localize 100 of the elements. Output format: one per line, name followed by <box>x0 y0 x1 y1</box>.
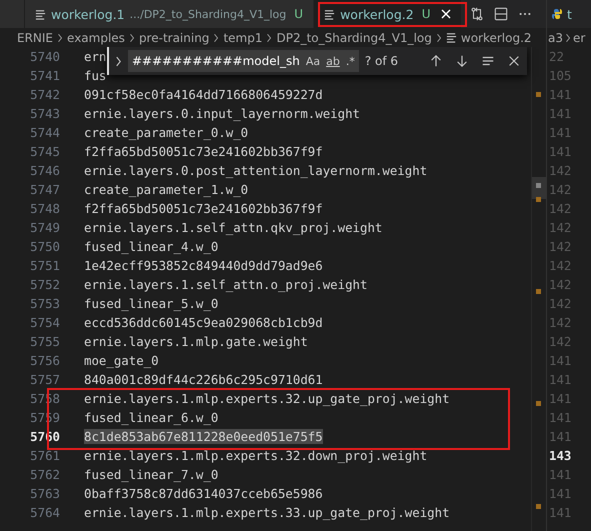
line-number: 142 <box>549 219 572 237</box>
find-input[interactable]: ###########model_sh Aa ab .* <box>128 50 359 72</box>
line-number: 142 <box>549 162 572 180</box>
line-number: 5763 <box>29 486 60 501</box>
line-number: 141 <box>549 371 572 389</box>
chevron-icon <box>565 32 571 42</box>
scroll-marker <box>536 289 541 294</box>
code-line: ernie.layers.1.self_attn.qkv_proj.weight <box>84 220 382 235</box>
code-line: ernie.layers.1.mlp.experts.32.up_gate_proj.weight <box>84 391 450 406</box>
line-number: 142 <box>549 295 572 313</box>
scroll-marker <box>536 92 541 97</box>
line-number: 5757 <box>29 372 60 387</box>
file-lines-icon <box>35 8 46 20</box>
line-number: 141 <box>549 466 572 484</box>
line-number: 143 <box>549 447 572 465</box>
code-line: 1e42ecff953852c849440d9dd79ad9e6 <box>84 258 323 273</box>
file-lines-icon <box>324 8 336 20</box>
line-number: 141 <box>549 504 572 522</box>
line-number: 5756 <box>29 353 60 368</box>
line-number: 142 <box>549 257 572 275</box>
line-number: 5752 <box>29 277 60 292</box>
match-case-toggle[interactable]: Aa <box>306 54 320 68</box>
close-icon[interactable] <box>507 54 521 68</box>
python-file-icon <box>551 8 563 20</box>
code-line: ernie.layers.1.mlp.experts.32.down_proj.weight <box>84 448 428 463</box>
close-icon[interactable] <box>440 9 450 19</box>
code-line: moe_gate_0 <box>84 353 159 368</box>
line-number: 5762 <box>29 467 60 482</box>
chevron-icon <box>57 32 64 42</box>
code-line: fus <box>84 68 106 83</box>
editor-tab[interactable]: t <box>567 6 572 22</box>
whole-word-toggle[interactable]: ab <box>326 54 340 68</box>
line-number: 142 <box>549 238 572 256</box>
line-number: 5740 <box>29 49 60 64</box>
line-number: 5748 <box>29 201 60 216</box>
line-number: 141 <box>549 428 572 446</box>
arrow-down-icon[interactable] <box>455 54 469 68</box>
scroll-marker <box>536 504 541 509</box>
line-number: 141 <box>549 352 572 370</box>
breadcrumb-item[interactable]: DP2_to_Sharding4_V1_log <box>276 30 432 44</box>
line-number: 5750 <box>29 239 60 254</box>
code-line: eccd536ddc60145c9ea029068cb1cb9d <box>84 315 323 330</box>
code-line: create_parameter_1.w_0 <box>84 182 248 197</box>
match-count: ? of 6 <box>364 54 400 68</box>
breadcrumb-item[interactable]: a3 <box>548 30 563 44</box>
line-number: 141 <box>549 105 572 123</box>
breadcrumb-item[interactable]: er <box>573 30 586 44</box>
line-number: 5741 <box>29 68 60 83</box>
file-lines-icon <box>446 32 457 43</box>
breadcrumb-item[interactable]: pre-training <box>138 30 210 44</box>
line-number: 5749 <box>29 220 60 235</box>
line-number: 5743 <box>29 106 60 121</box>
line-number: 5745 <box>29 144 60 159</box>
line-number: 5764 <box>29 505 60 520</box>
breadcrumb-item[interactable]: temp1 <box>223 30 262 44</box>
code-line: fused_linear_6.w_0 <box>84 410 218 425</box>
code-line: ernie.layers.1.mlp.gate.weight <box>84 334 308 349</box>
code-line: ernie.layers.1.self_attn.o_proj.weight <box>84 277 368 292</box>
line-number: 141 <box>549 390 572 408</box>
line-number: 141 <box>549 409 572 427</box>
line-number: 5742 <box>29 87 60 102</box>
line-number: 141 <box>549 143 572 161</box>
line-number: 142 <box>549 181 572 199</box>
line-number: 141 <box>549 86 572 104</box>
breadcrumb-item[interactable]: ERNIE <box>17 30 54 44</box>
code-line: ernie.layers.0.post_attention_layernorm.weight <box>84 163 428 178</box>
code-line: 091cf58ec0fa4164dd7166806459227d <box>84 87 323 102</box>
line-number: 5753 <box>29 296 60 311</box>
line-number: 142 <box>549 314 572 332</box>
breadcrumb-item[interactable]: examples <box>67 30 125 44</box>
line-number: 5755 <box>29 334 60 349</box>
code-line: 0baff3758c87dd6314037cceb65e5986 <box>84 486 323 501</box>
split-editor-icon[interactable] <box>494 7 508 21</box>
code-line: fused_linear_5.w_0 <box>84 296 218 311</box>
chevron-icon[interactable] <box>115 56 122 66</box>
regex-toggle[interactable]: .* <box>346 54 355 68</box>
chevron-icon <box>266 32 272 42</box>
scroll-marker <box>536 197 541 202</box>
editor-tab[interactable]: workerlog.1 .../DP2_to_Sharding4_V1_log U <box>25 0 314 28</box>
code-line: ernie.layers.0.input_layernorm.weight <box>84 106 360 121</box>
compare-changes-icon[interactable] <box>470 7 484 21</box>
line-number: 5751 <box>29 258 60 273</box>
line-number: 141 <box>549 124 572 142</box>
code-line: ernie.layers.1.mlp.experts.33.up_gate_proj.weight <box>84 505 450 520</box>
code-line: f2ffa65bd50051c73e241602bb367f9f <box>84 144 323 159</box>
code-line: fused_linear_7.w_0 <box>84 467 218 482</box>
chevron-icon <box>128 32 135 42</box>
line-number: 105 <box>549 67 572 85</box>
find-in-selection-icon[interactable] <box>481 54 495 68</box>
scrollbar-thumb[interactable] <box>532 177 546 199</box>
code-line: f2ffa65bd50051c73e241602bb367f9f <box>84 201 323 216</box>
breadcrumb-item[interactable]: workerlog.2 <box>460 30 532 44</box>
line-number: 5761 <box>29 448 60 463</box>
code-line: ern <box>84 49 106 64</box>
arrow-up-icon[interactable] <box>429 54 443 68</box>
code-line: fused_linear_4.w_0 <box>84 239 218 254</box>
scroll-marker <box>536 401 541 406</box>
line-number: 142 <box>549 276 572 294</box>
chevron-icon <box>213 32 220 42</box>
chevron-icon <box>436 32 442 42</box>
